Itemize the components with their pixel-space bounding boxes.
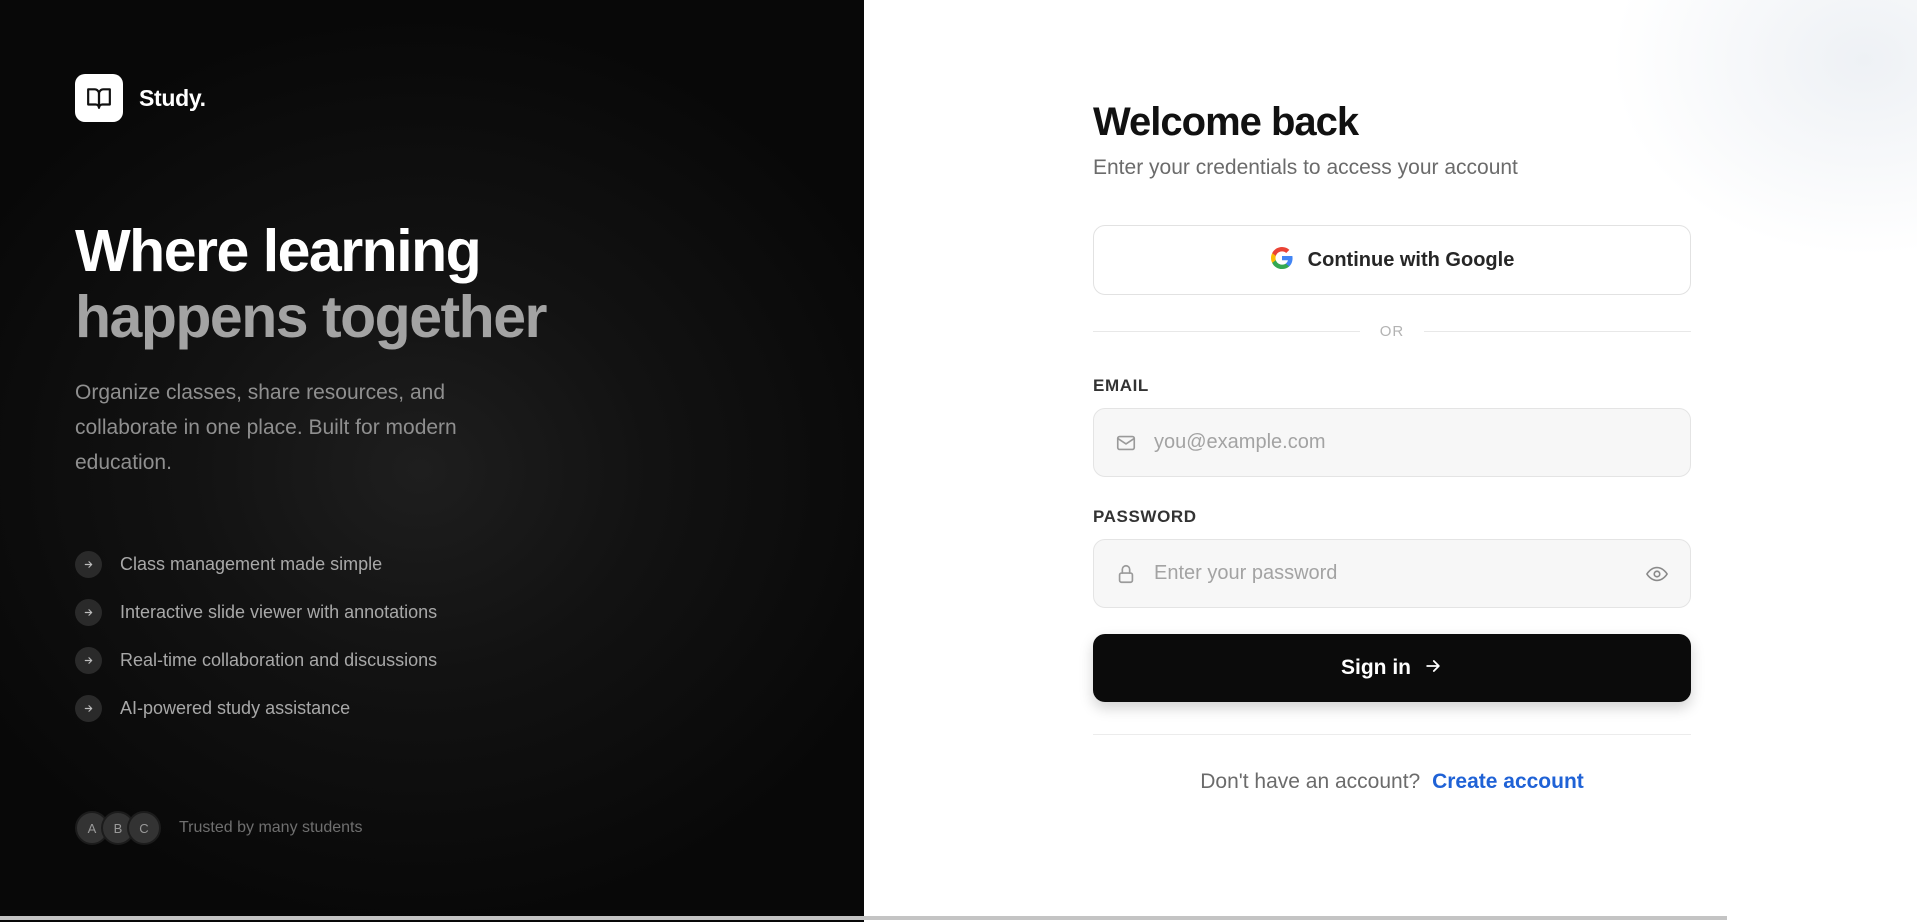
avatar: C [127,811,161,845]
hero-line-2: happens together [75,284,548,350]
google-signin-button[interactable]: Continue with Google [1093,225,1691,295]
feature-item: Real-time collaboration and discussions [75,636,437,684]
trust-text: Trusted by many students [179,819,363,836]
feature-item: AI-powered study assistance [75,684,437,732]
horizontal-scrollbar[interactable] [0,916,1727,920]
feature-item: Interactive slide viewer with annotation… [75,588,437,636]
feature-item: Class management made simple [75,540,437,588]
feature-list: Class management made simple Interactive… [75,540,437,732]
mail-icon [1114,431,1138,455]
feature-label: Class management made simple [120,553,383,574]
google-icon [1270,246,1294,275]
brand[interactable]: Study. [75,74,206,122]
trust-row: A B C Trusted by many students [75,811,363,845]
eye-icon[interactable] [1644,561,1670,587]
arrow-right-icon [75,694,102,722]
create-account-link[interactable]: Create account [1432,770,1584,793]
email-field-container[interactable] [1093,408,1691,477]
login-panel: Welcome back Enter your credentials to a… [864,0,1917,922]
signup-row: Don't have an account? Create account [1093,770,1691,794]
divider-text: OR [1379,323,1405,340]
divider-line [1093,331,1360,332]
sign-in-button[interactable]: Sign in [1093,634,1691,702]
login-form: Welcome back Enter your credentials to a… [1093,98,1691,794]
google-button-label: Continue with Google [1307,248,1515,271]
brand-name: Study. [139,84,206,111]
arrow-right-icon [75,598,102,626]
password-label: PASSWORD [1093,507,1197,526]
hero-tagline: Organize classes, share resources, and c… [75,381,457,474]
brand-panel: Study. Where learning happens together O… [0,0,864,922]
page-subtitle: Enter your credentials to access your ac… [1093,156,1518,179]
feature-label: AI-powered study assistance [120,697,351,718]
lock-icon [1114,562,1138,586]
email-input[interactable] [1154,431,1670,454]
arrow-right-icon [75,646,102,674]
signup-prompt: Don't have an account? [1200,770,1421,793]
arrow-right-icon [75,550,102,578]
hero-line-1: Where learning [75,218,482,284]
password-field-container[interactable] [1093,539,1691,608]
divider-line [1093,734,1691,735]
arrow-right-icon [1423,656,1443,681]
sign-in-label: Sign in [1341,656,1411,679]
hero-heading: Where learning happens together [75,218,548,350]
feature-label: Real-time collaboration and discussions [120,649,438,670]
or-divider: OR [1093,323,1691,340]
divider-line [1424,331,1691,332]
page-title: Welcome back [1093,100,1359,144]
feature-label: Interactive slide viewer with annotation… [120,601,438,622]
open-book-icon [75,74,123,122]
avatar-stack: A B C [75,811,161,845]
password-input[interactable] [1154,562,1644,585]
email-label: EMAIL [1093,376,1149,395]
